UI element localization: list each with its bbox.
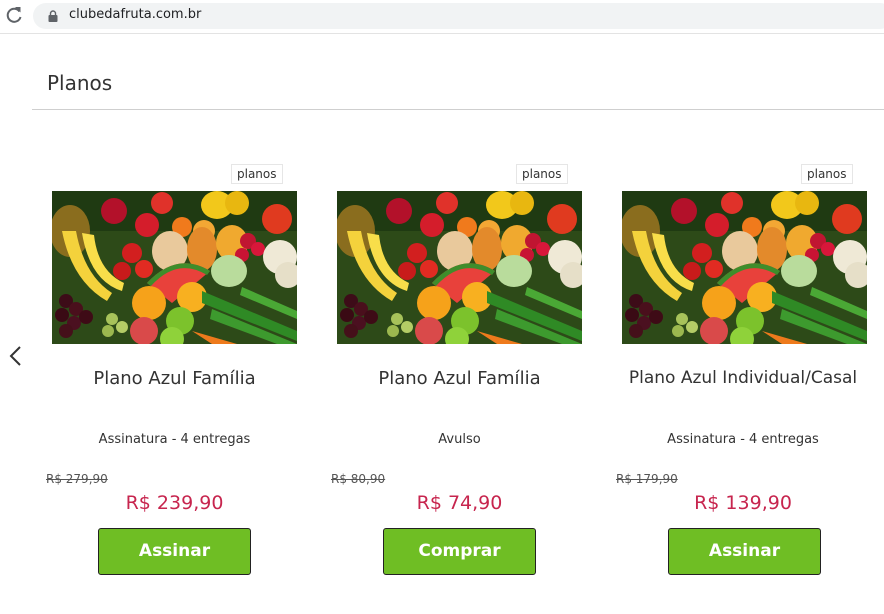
url-text[interactable]: clubedafruta.com.br xyxy=(69,7,201,22)
reload-icon[interactable] xyxy=(4,4,24,26)
plan-name[interactable]: Plano Azul Família xyxy=(32,368,317,389)
browser-toolbar: clubedafruta.com.br xyxy=(0,0,884,32)
category-tag[interactable]: planos xyxy=(801,164,853,184)
plan-type: Assinatura - 4 entregas xyxy=(98,432,251,447)
toolbar-divider xyxy=(0,33,884,34)
chevron-left-icon[interactable] xyxy=(6,344,24,368)
plan-name[interactable]: Plano Azul Família xyxy=(317,368,602,389)
plan-price: R$ 239,90 xyxy=(125,492,224,514)
category-tag[interactable]: planos xyxy=(231,164,283,184)
page-title: Planos xyxy=(47,71,113,95)
title-divider xyxy=(32,109,884,110)
plan-card: planos Plano Azul Família Assinatura - 4… xyxy=(32,160,317,590)
plan-price: R$ 74,90 xyxy=(416,492,503,514)
plan-type: Avulso xyxy=(438,432,481,447)
fruit-vegetable-photo[interactable] xyxy=(337,191,582,344)
plan-type: Assinatura - 4 entregas xyxy=(667,432,819,447)
subscribe-button[interactable]: Assinar xyxy=(668,528,821,575)
fruit-vegetable-photo[interactable] xyxy=(52,191,297,344)
address-bar[interactable]: clubedafruta.com.br xyxy=(33,3,884,29)
plan-card: planos Plano Azul Família Avulso R$ 80,9… xyxy=(317,160,602,590)
buy-button[interactable]: Comprar xyxy=(383,528,536,575)
old-price: R$ 80,90 xyxy=(331,472,386,486)
plan-card: planos Plano Azul Individual/Casal Assin… xyxy=(602,160,884,590)
category-tag[interactable]: planos xyxy=(516,164,568,184)
fruit-vegetable-photo[interactable] xyxy=(622,191,867,344)
old-price: R$ 279,90 xyxy=(46,472,108,486)
plan-price: R$ 139,90 xyxy=(694,492,792,514)
subscribe-button[interactable]: Assinar xyxy=(98,528,251,575)
lock-icon xyxy=(48,10,58,22)
old-price: R$ 179,90 xyxy=(616,472,678,486)
plan-name[interactable]: Plano Azul Individual/Casal xyxy=(602,368,884,388)
